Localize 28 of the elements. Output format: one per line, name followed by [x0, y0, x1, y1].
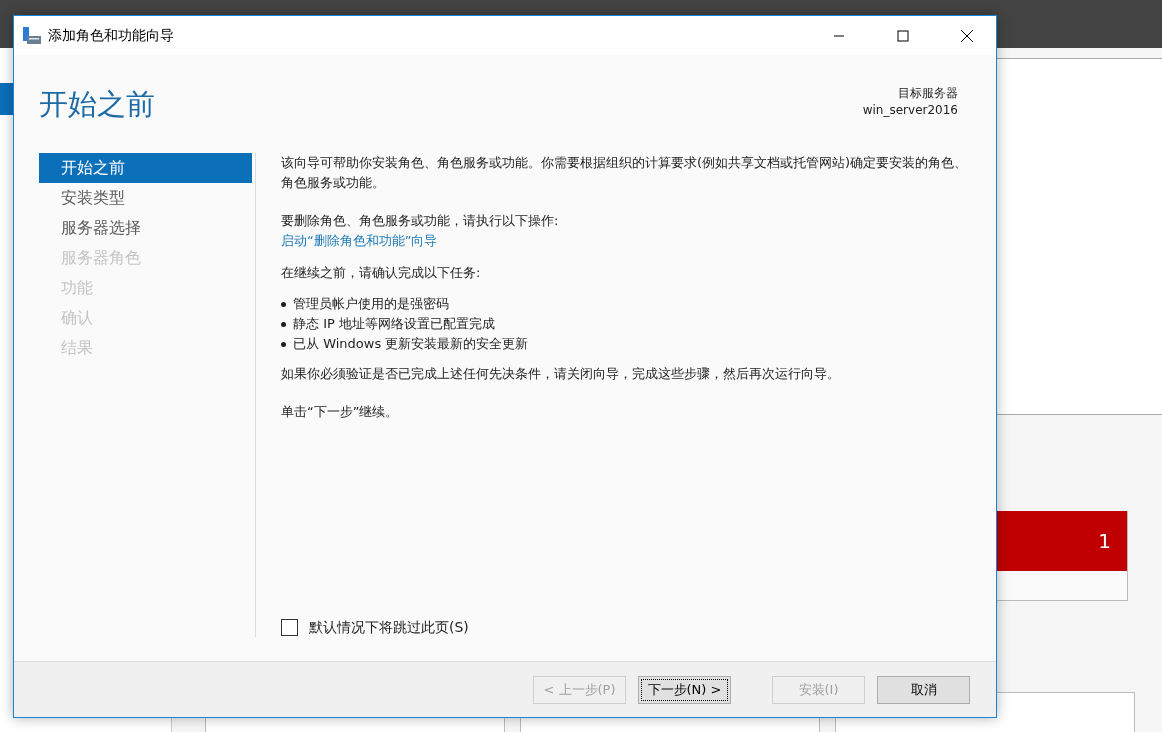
- task-item: 已从 Windows 更新安装最新的安全更新: [293, 335, 529, 353]
- task-item: 管理员帐户使用的是强密码: [293, 295, 449, 313]
- intro-paragraph: 该向导可帮助你安装角色、角色服务或功能。你需要根据组织的计算要求(例如共享文档或托管网站)确定要安装的角色、角色服务或功能。: [281, 154, 969, 192]
- skip-checkbox[interactable]: [281, 618, 298, 636]
- status-tile[interactable]: 1: [996, 511, 1128, 601]
- wizard-step[interactable]: 安装类型: [39, 183, 252, 213]
- remove-instruction: 要删除角色、角色服务或功能，请执行以下操作:: [281, 212, 560, 230]
- task-item: 静态 IP 地址等网络设置已配置完成: [293, 315, 495, 333]
- remove-wizard-link[interactable]: 启动“删除角色和功能”向导: [281, 231, 976, 251]
- wizard-button[interactable]: 取消: [877, 675, 970, 704]
- prerequisite-heading: 在继续之前，请确认完成以下任务:: [281, 264, 482, 282]
- verify-paragraph: 如果你必须验证是否已完成上述任何先决条件，请关闭向导，完成这些步骤，然后再次运行向导。: [281, 365, 841, 383]
- page-title: 开始之前: [39, 86, 155, 123]
- server-icon: [22, 25, 42, 46]
- bullet-icon: [281, 301, 286, 307]
- window-title: 添加角色和功能向导: [48, 26, 175, 45]
- bullet-icon: [281, 321, 286, 327]
- maximize-icon[interactable]: [897, 29, 909, 42]
- bullet-icon: [281, 341, 286, 347]
- wizard-step[interactable]: 服务器选择: [39, 213, 252, 243]
- tile-count: 1: [1098, 529, 1111, 553]
- continue-hint: 单击“下一步”继续。: [281, 403, 400, 421]
- wizard-button[interactable]: 下一步(N) >: [638, 675, 731, 704]
- target-server-label: 目标服务器: [898, 85, 958, 102]
- checkbox-label: 默认情况下将跳过此页(S): [309, 618, 469, 637]
- target-server-name: win_server2016: [862, 102, 958, 119]
- close-icon[interactable]: [960, 28, 974, 43]
- wizard-step[interactable]: 开始之前: [39, 153, 252, 183]
